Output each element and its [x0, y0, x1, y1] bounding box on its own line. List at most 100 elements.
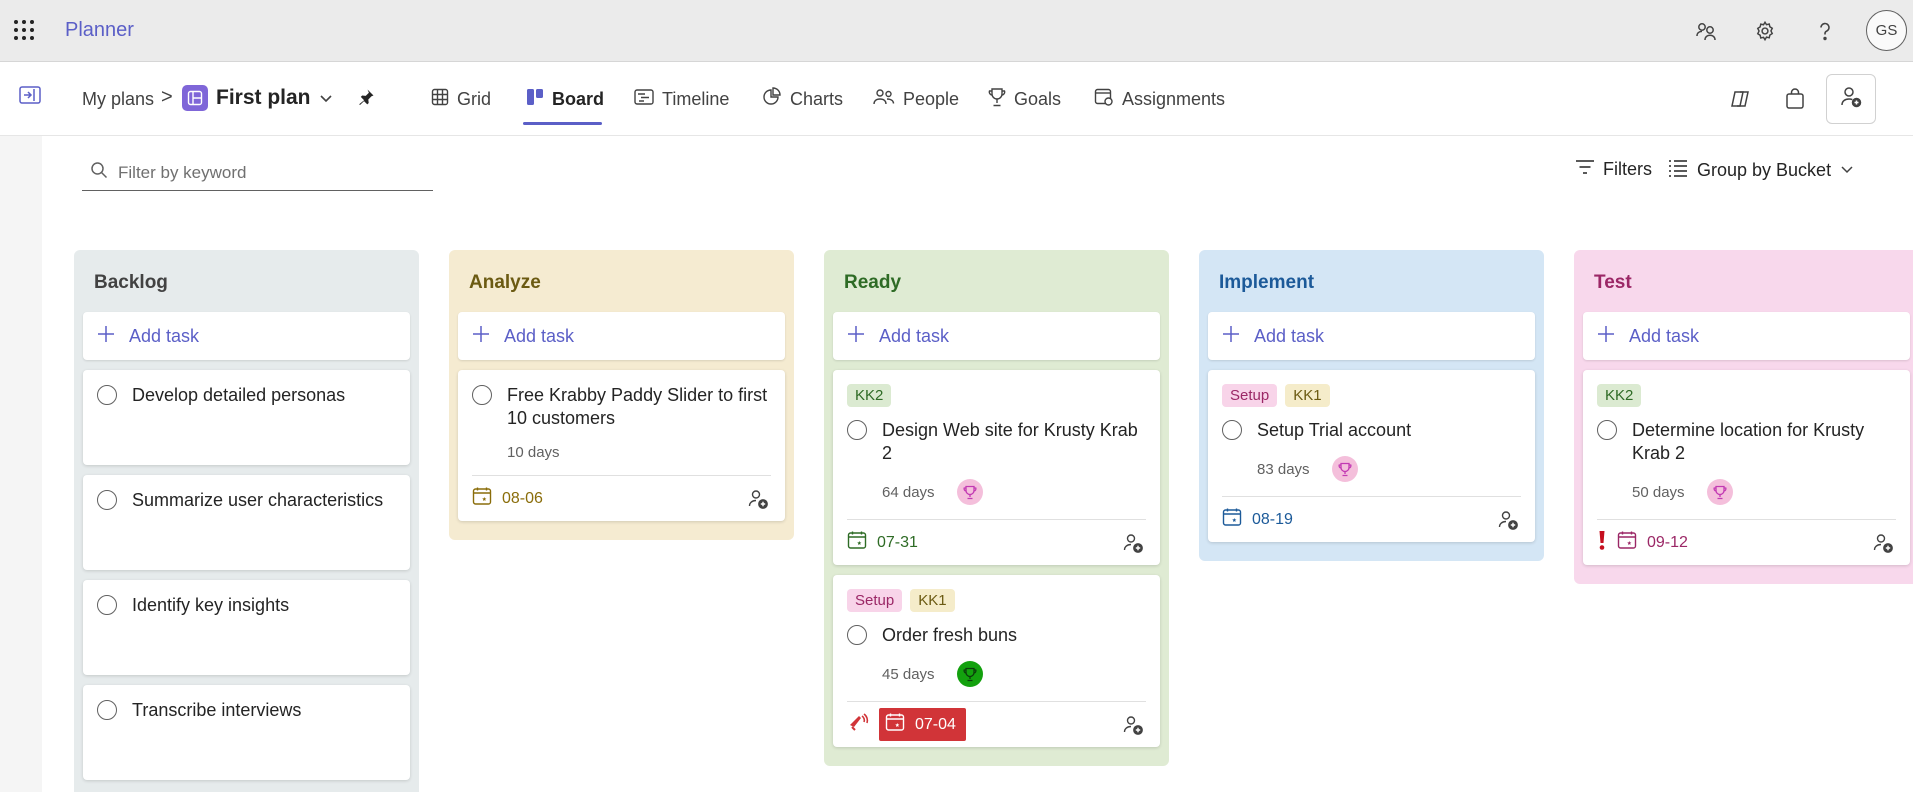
group-by-button[interactable]: Group by Bucket [1668, 159, 1854, 182]
task-title[interactable]: Order fresh buns [882, 624, 1017, 647]
task-card[interactable]: Setup KK1 Order fresh buns 45 days 07-04 [833, 575, 1160, 747]
avatar[interactable]: GS [1866, 10, 1907, 51]
label-badge: KK2 [847, 384, 892, 407]
expand-pane-icon[interactable] [19, 86, 41, 109]
tab-board[interactable]: Board [526, 84, 604, 114]
due-date-text: 08-19 [1252, 510, 1293, 528]
task-title[interactable]: Setup Trial account [1257, 419, 1411, 442]
assign-person-icon[interactable] [1120, 712, 1146, 738]
plus-icon [472, 325, 490, 348]
add-task-button[interactable]: Add task [1583, 312, 1910, 360]
search-input[interactable] [118, 162, 418, 183]
label-badge: Setup [847, 589, 903, 612]
complete-task-checkbox[interactable] [847, 625, 867, 645]
task-footer: 08-06 [472, 475, 771, 511]
task-meta: 64 days [882, 479, 1146, 505]
task-labels: Setup KK1 [1222, 384, 1521, 407]
add-task-button[interactable]: Add task [83, 312, 410, 360]
app-launcher-icon[interactable] [14, 20, 35, 41]
task-title[interactable]: Free Krabby Paddy Slider to first 10 cus… [507, 384, 771, 430]
tab-label: Timeline [662, 88, 730, 109]
urgent-priority-icon [847, 711, 869, 738]
task-labels: KK2 [1597, 384, 1896, 407]
complete-task-checkbox[interactable] [97, 700, 117, 720]
filters-button[interactable]: Filters [1575, 159, 1652, 180]
plus-icon [97, 325, 115, 348]
bucket-column: Implement Add task Setup KK1 Setup Trial acc… [1199, 250, 1544, 561]
charts-icon [762, 86, 782, 112]
tab-charts[interactable]: Charts [762, 84, 843, 114]
tab-label: Board [552, 88, 605, 109]
complete-task-checkbox[interactable] [472, 385, 492, 405]
assign-person-icon[interactable] [1495, 507, 1521, 533]
tab-assignments[interactable]: Assignments [1094, 84, 1225, 114]
complete-task-checkbox[interactable] [97, 385, 117, 405]
task-footer: 07-31 [847, 519, 1146, 555]
task-title[interactable]: Design Web site for Krusty Krab 2 [882, 419, 1146, 465]
breadcrumb-my-plans[interactable]: My plans [82, 89, 154, 110]
bucket-title[interactable]: Test [1583, 260, 1910, 312]
share-plan-button[interactable] [1826, 74, 1876, 124]
bucket-title[interactable]: Analyze [458, 260, 785, 312]
task-title-row: Free Krabby Paddy Slider to first 10 cus… [472, 384, 771, 430]
label-badge: KK1 [910, 589, 955, 612]
assign-person-icon[interactable] [745, 486, 771, 512]
label-badge: Setup [1222, 384, 1278, 407]
task-card[interactable]: Setup KK1 Setup Trial account 83 days 08-19 [1208, 370, 1535, 542]
complete-task-checkbox[interactable] [97, 595, 117, 615]
add-task-label: Add task [1254, 325, 1325, 346]
search-icon [90, 161, 108, 184]
plan-title[interactable]: First plan [216, 86, 311, 110]
task-title[interactable]: Identify key insights [132, 594, 289, 617]
task-card[interactable]: KK2 Design Web site for Krusty Krab 2 64 d… [833, 370, 1160, 565]
task-meta: 45 days [882, 661, 1146, 687]
chat-icon[interactable] [1693, 18, 1719, 44]
tab-grid[interactable]: Grid [431, 84, 491, 114]
task-title[interactable]: Summarize user characteristics [132, 489, 383, 512]
assign-person-icon[interactable] [1870, 530, 1896, 556]
tab-goals[interactable]: Goals [988, 84, 1061, 114]
assignments-icon [1094, 87, 1114, 112]
task-card[interactable]: Summarize user characteristics [83, 475, 410, 570]
task-card[interactable]: Develop detailed personas [83, 370, 410, 465]
complete-task-checkbox[interactable] [847, 420, 867, 440]
pin-icon[interactable] [357, 88, 375, 111]
task-title[interactable]: Develop detailed personas [132, 384, 345, 407]
due-date[interactable]: 07-31 [847, 530, 918, 555]
chevron-down-icon[interactable] [318, 90, 334, 111]
task-footer: 09-12 [1597, 519, 1896, 555]
add-task-button[interactable]: Add task [1208, 312, 1535, 360]
shopping-bag-icon[interactable] [1778, 82, 1812, 116]
task-meta: 83 days [1257, 456, 1521, 482]
task-card[interactable]: KK2 Determine location for Krusty Krab 2 5… [1583, 370, 1910, 565]
tab-people[interactable]: People [873, 84, 959, 114]
bucket-title[interactable]: Ready [833, 260, 1160, 312]
due-date[interactable]: 08-06 [472, 486, 543, 511]
help-icon[interactable] [1812, 18, 1838, 44]
filter-icon [1575, 159, 1595, 180]
task-card[interactable]: Transcribe interviews [83, 685, 410, 780]
bucket-title[interactable]: Backlog [83, 260, 410, 312]
tab-label: Charts [790, 88, 844, 109]
task-meta: 10 days [507, 444, 771, 461]
complete-task-checkbox[interactable] [1222, 420, 1242, 440]
task-title-row: Transcribe interviews [97, 699, 396, 722]
due-date[interactable]: 09-12 [1617, 530, 1688, 555]
task-card[interactable]: Free Krabby Paddy Slider to first 10 cus… [458, 370, 785, 521]
complete-task-checkbox[interactable] [97, 490, 117, 510]
app-title[interactable]: Planner [65, 19, 134, 42]
add-task-button[interactable]: Add task [458, 312, 785, 360]
tab-label: Goals [1014, 88, 1062, 109]
complete-task-checkbox[interactable] [1597, 420, 1617, 440]
bucket-title[interactable]: Implement [1208, 260, 1535, 312]
tab-timeline[interactable]: Timeline [634, 84, 729, 114]
due-date[interactable]: 08-19 [1222, 507, 1293, 532]
copilot-icon[interactable] [1723, 82, 1757, 116]
task-card[interactable]: Identify key insights [83, 580, 410, 675]
add-task-button[interactable]: Add task [833, 312, 1160, 360]
task-title[interactable]: Determine location for Krusty Krab 2 [1632, 419, 1896, 465]
task-title[interactable]: Transcribe interviews [132, 699, 301, 722]
due-date[interactable]: 07-04 [879, 708, 966, 741]
gear-icon[interactable] [1752, 18, 1778, 44]
assign-person-icon[interactable] [1120, 530, 1146, 556]
